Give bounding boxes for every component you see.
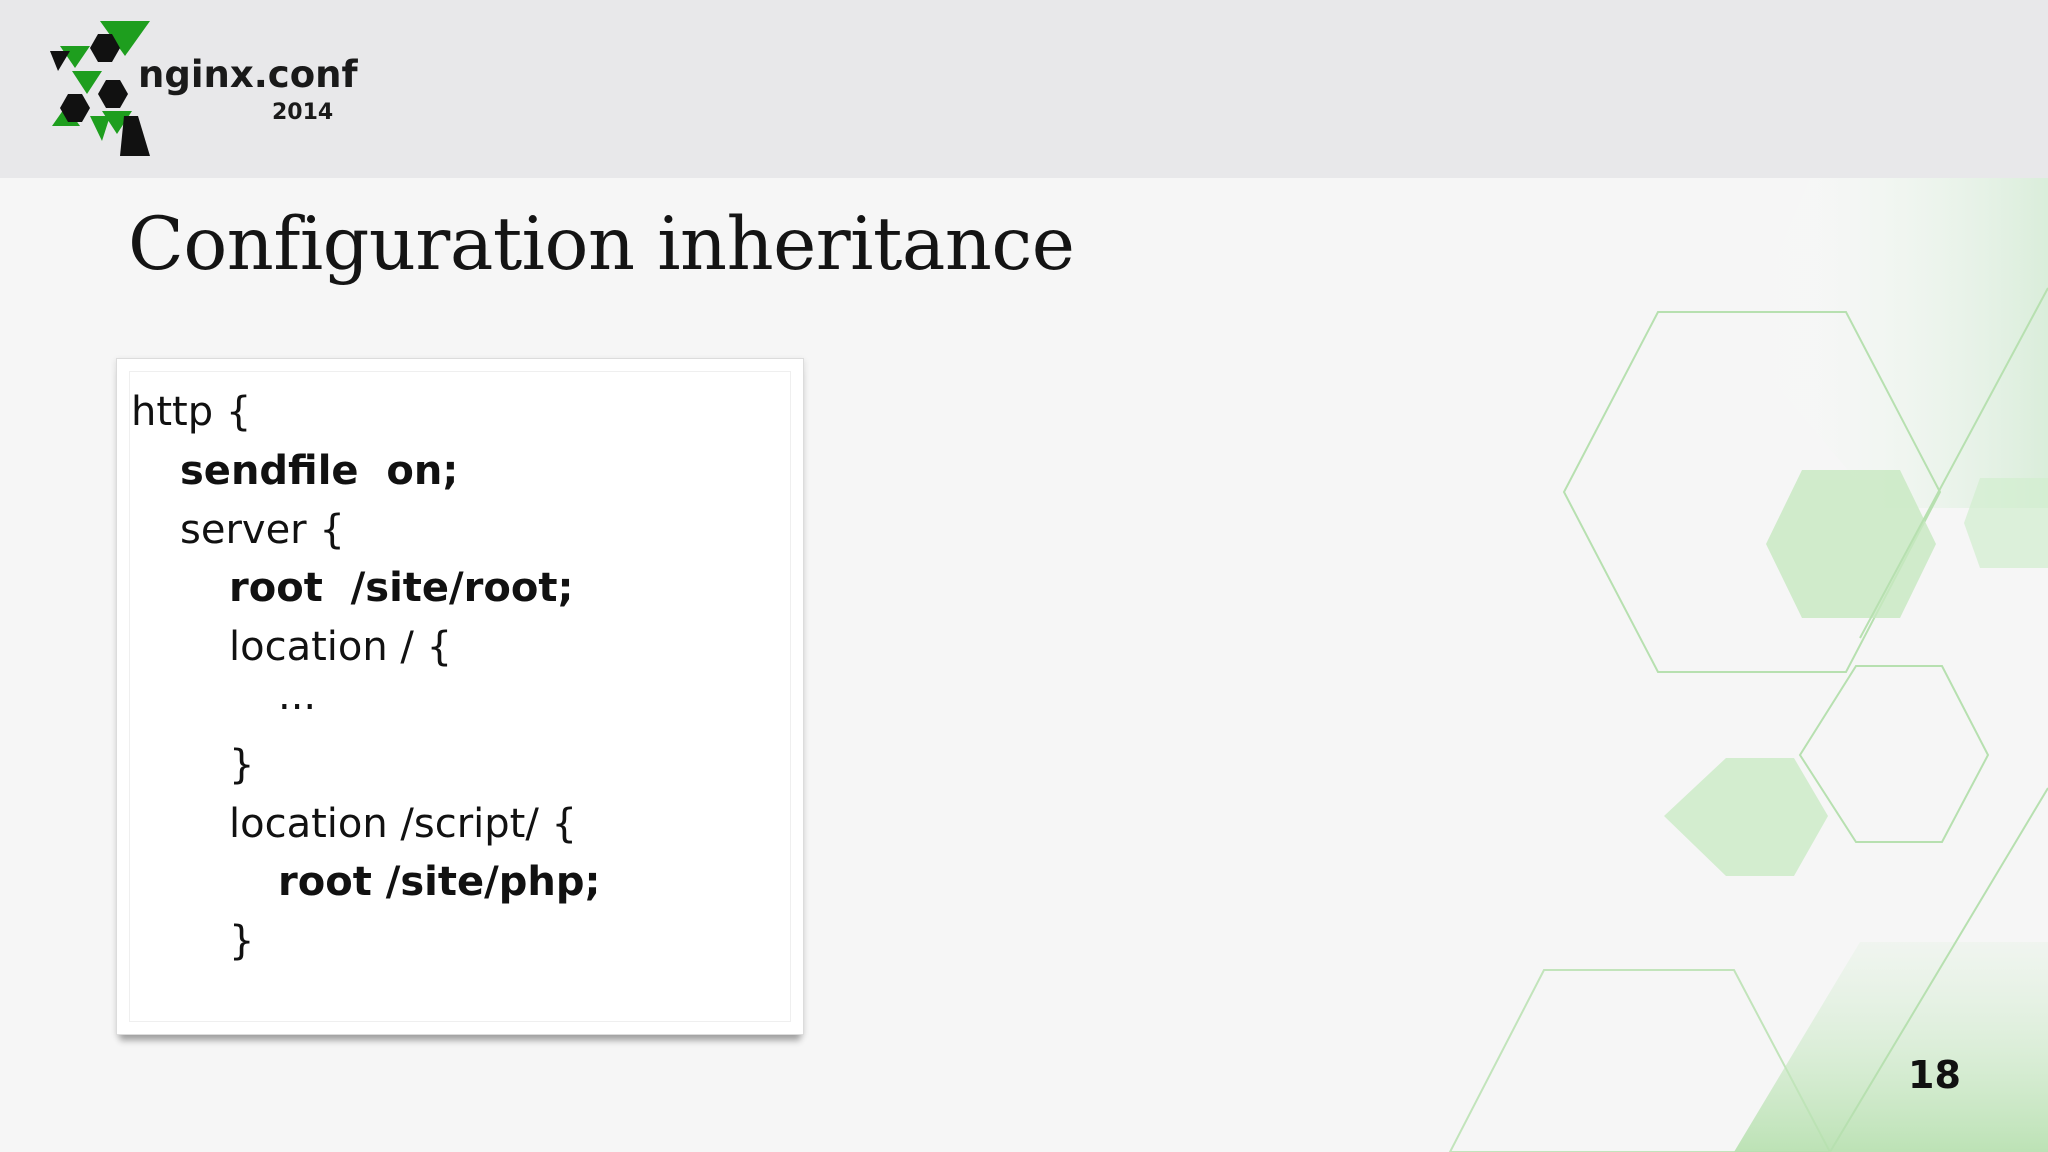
code-line: sendfile on;	[180, 448, 459, 494]
code-line: server {	[180, 507, 345, 553]
code-line: root /site/php;	[278, 859, 601, 905]
slide-header: nginx.conf 2014	[0, 0, 2048, 178]
code-block: http { sendfile on; server { root /site/…	[116, 358, 804, 1035]
slide-title: Configuration inheritance	[128, 202, 1075, 287]
code-line: ...	[278, 673, 317, 719]
code-line: root /site/root;	[229, 565, 574, 611]
logo-name: nginx.conf	[138, 53, 358, 96]
code-line: location /script/ {	[229, 801, 578, 847]
logo-year: 2014	[272, 100, 334, 125]
nginx-conf-logo: nginx.conf 2014	[50, 16, 360, 158]
code-line: }	[229, 742, 255, 788]
code-line: http {	[131, 389, 252, 435]
code-block-inner: http { sendfile on; server { root /site/…	[129, 371, 791, 1022]
code-line: location / {	[229, 624, 453, 670]
code-line: }	[229, 918, 255, 964]
page-number: 18	[1908, 1053, 1961, 1097]
